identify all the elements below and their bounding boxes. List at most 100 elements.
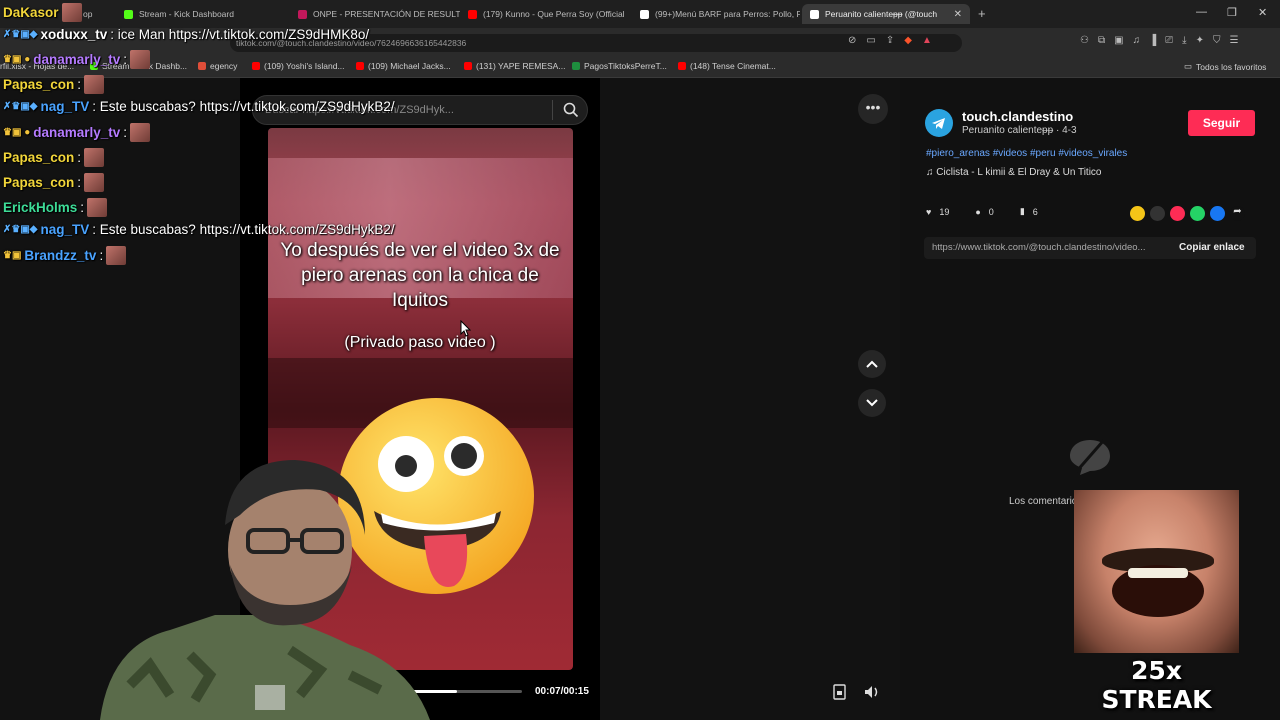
coin-icon[interactable] [1130,206,1145,221]
share-arrow-icon[interactable]: ➦ [1230,206,1245,221]
extension-icons: ⚇ ⧉ ▣ ♫ ▐ ⎚ ⤓ ✦ ⛉ ☰ [1080,35,1238,46]
bookmark-item[interactable]: PagosTiktoksPerreT... [572,61,667,71]
chat-emote [84,75,105,94]
restore-icon[interactable]: ❐ [1227,6,1237,19]
more-options-button[interactable]: ••• [858,94,888,124]
sidebar-icon[interactable]: ▐ [1149,35,1156,46]
tab-bar: op Stream - Kick Dashboard ONPE - PRESEN… [0,0,1280,28]
video-time: 00:07/00:15 [535,686,589,697]
author-display: Peruanito calienteᵽᵽ · 4-3 [962,125,1077,136]
tab-icon[interactable]: ⎚ [1165,35,1173,46]
sheets-icon [572,62,580,70]
close-window-icon[interactable]: ✕ [1258,6,1267,19]
embed-icon[interactable] [1150,206,1165,221]
tracking-off-icon[interactable]: ⊘ [848,35,856,46]
next-video-button[interactable] [858,389,886,417]
tiktok-icon [640,9,649,19]
chat-emote [106,246,127,265]
rewards-icon[interactable]: ▲ [922,35,932,46]
menu-icon[interactable]: ☰ [1229,35,1238,46]
video-caption: Yo después de ver el video 3x de piero a… [280,240,560,311]
chat-emote [61,3,82,22]
all-favorites[interactable]: ▭ Todos los favoritos [1184,61,1266,72]
chat-message: ♛▣ ● danamarly_tv: [3,50,151,69]
vpn-icon[interactable]: ⚇ [1080,35,1089,46]
browser-tab[interactable]: (99+)Menú BARF para Perros: Pollo, F [632,4,800,24]
chat-emote [84,173,105,192]
onpe-icon [298,9,307,19]
laughing-man-image [1128,568,1188,578]
telegram-icon [932,118,945,129]
chat-message: ✗♛▣◆ xoduxx_tv: ice Man https://vt.tikto… [3,27,370,42]
tiktok-icon [810,9,819,19]
youtube-icon [468,9,477,19]
chat-emote [87,198,108,217]
captions-icon[interactable] [830,682,850,702]
author-name[interactable]: touch.clandestino [962,109,1073,124]
extensions-icon[interactable]: ⧉ [1098,35,1105,46]
browser-tab[interactable]: (179) Kunno - Que Perra Soy (Official [460,4,630,24]
search-icon[interactable] [562,101,580,119]
share-row: ➦ [1130,206,1245,221]
comment-icon[interactable]: ● [975,207,980,217]
browser-tab[interactable]: ONPE - PRESENTACIÓN DE RESULTA [290,4,460,24]
facebook-icon[interactable] [1210,206,1225,221]
bookmark-icon[interactable]: ▮ [1020,206,1025,217]
browser-tab[interactable]: Stream - Kick Dashboard [116,4,288,24]
share-icon[interactable]: ⇪ [886,35,894,46]
send-icon[interactable] [1170,206,1185,221]
ai-icon[interactable]: ✦ [1196,35,1204,46]
chat-message: ✗♛▣◆ nag_TV: Este buscabas? https://vt.t… [3,222,395,237]
comments-off-icon [1070,439,1110,475]
chat-message: ♛▣ ● danamarly_tv: [3,123,151,142]
follow-button[interactable]: Seguir [1188,110,1255,136]
chevron-down-icon [866,399,878,407]
address-icons: ⊘ ▭ ⇪ ◆ ▲ [848,35,932,46]
folder-icon: ▭ [1184,61,1193,71]
badge-icon: ♛▣ ● [3,127,31,138]
wallet-icon[interactable]: ▣ [1114,35,1123,46]
bookmark-item[interactable]: (131) YAPE REMESA... [464,61,565,71]
author-avatar[interactable] [925,109,953,137]
bookmark-item[interactable]: (109) Yoshi's Island... [252,61,345,71]
chat-message: Papas_con: [3,173,105,192]
bookmark-item[interactable]: egency [198,61,237,71]
chat-message: Papas_con: [3,148,105,167]
search-divider [552,100,553,120]
mouse-cursor-icon [460,320,472,337]
copy-link-button[interactable]: Copiar enlace [1179,242,1245,253]
chat-emote [130,123,151,142]
like-icon[interactable]: ♥ [926,207,931,217]
chat-message: ErickHolms: [3,198,108,217]
minimize-icon[interactable]: — [1196,6,1207,18]
close-tab-icon[interactable]: ✕ [954,9,962,20]
browser-tab-active[interactable]: Peruanito calienteᵽᵽ (@touch ✕ [802,4,970,24]
chevron-up-icon [866,360,878,368]
kick-icon [124,9,133,19]
downloads-icon[interactable]: ⤓ [1182,35,1186,46]
youtube-icon [464,62,472,70]
whatsapp-icon[interactable] [1190,206,1205,221]
music-track[interactable]: ♫ Ciclista - L kimii & El Dray & Un Titi… [926,167,1102,178]
chat-message: DaKasor [3,3,82,22]
bookmark-item[interactable]: (109) Michael Jacks... [356,61,451,71]
chat-message: ✗♛▣◆ nag_TV: Este buscabas? https://vt.t… [3,99,395,114]
new-tab-button[interactable]: + [978,6,986,21]
badge-icon: ♛▣ ● [3,54,31,65]
brave-shield-icon[interactable]: ◆ [904,35,912,46]
previous-video-button[interactable] [858,350,886,378]
streamer-webcam [100,460,430,720]
chat-message: Papas_con: [3,75,105,94]
volume-icon[interactable] [862,682,882,702]
youtube-icon [356,62,364,70]
music-icon[interactable]: ♫ [1133,35,1141,46]
streak-label: 25x STREAK [1101,656,1212,714]
shield-icon[interactable]: ⛉ [1213,35,1221,46]
bookmarks-bar: rfil.xlsx - Hojas de... Stream - Kick Da… [0,56,1280,78]
chat-emote [130,50,151,69]
screen-icon[interactable]: ▭ [866,35,875,46]
video-subcaption: (Privado paso video ) [344,334,496,351]
youtube-icon [252,62,260,70]
hashtags[interactable]: #piero_arenas #videos #peru #videos_vira… [926,148,1127,159]
bookmark-item[interactable]: (148) Tense Cinemat... [678,61,776,71]
